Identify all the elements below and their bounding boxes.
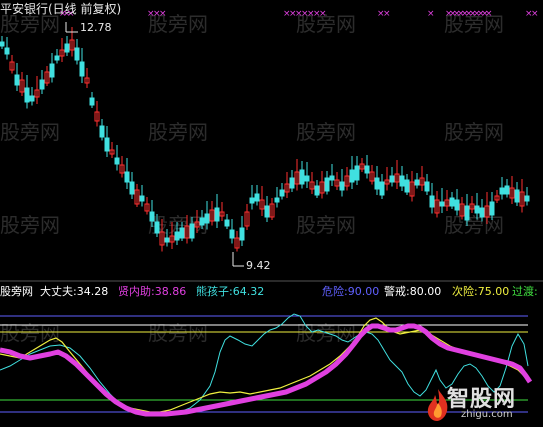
candle-body: [279, 189, 285, 197]
candle-body: [354, 165, 360, 181]
watermark-text: 股旁网: [444, 213, 504, 237]
candle-body: [39, 79, 45, 90]
legend-item-guodu: 过渡:: [512, 285, 538, 298]
indicator-legend: 股旁网 大丈夫:34.28 贤内助:38.86 熊孩子:64.32 危险:90.…: [0, 285, 543, 299]
candle-body: [454, 199, 460, 211]
candle-body: [64, 43, 70, 53]
candle-body: [254, 193, 260, 202]
candle-body: [54, 55, 60, 61]
candle-body: [199, 217, 205, 226]
candle-body: [404, 179, 410, 193]
candle-body: [249, 197, 255, 204]
candle-body: [24, 87, 30, 103]
candle-body: [139, 195, 145, 202]
watermark-text: 股旁网: [296, 213, 356, 237]
signal-markers: ××× ××× ××××××× ×× × ××××××××××× ××: [59, 9, 539, 19]
candle-body: [149, 211, 155, 222]
candle-body: [74, 47, 80, 61]
candle-body: [514, 189, 520, 203]
candle-body: [364, 165, 370, 174]
candle-body: [99, 125, 105, 138]
signal-marker: ×: [319, 9, 327, 19]
candle-body: [114, 157, 120, 165]
watermark-text: 股旁网: [0, 120, 60, 144]
legend-item-jingjie: 警戒:80.00: [384, 285, 442, 298]
candle-body: [329, 175, 335, 181]
candle-body: [124, 171, 130, 183]
candle-body: [274, 197, 280, 203]
low-pointer: [232, 252, 244, 267]
candle-body: [339, 181, 345, 191]
chart-title: 平安银行(日线 前复权): [0, 2, 122, 16]
candle-body: [464, 205, 470, 221]
candle-body: [179, 227, 185, 239]
candle-body: [474, 205, 480, 214]
candle-body: [214, 207, 220, 222]
high-price-label: 12.78: [80, 21, 112, 34]
candle-body: [399, 175, 405, 187]
candle-body: [324, 177, 330, 192]
candle-body: [414, 179, 420, 186]
candle-body: [224, 219, 230, 227]
watermark-text: 股旁网: [296, 120, 356, 144]
candle-body: [239, 227, 245, 241]
candle-body: [104, 137, 110, 152]
legend-item-cixian: 次险:75.00: [452, 285, 510, 298]
candle-body: [264, 205, 270, 218]
candle-body: [439, 201, 445, 207]
watermark-text: 股旁网: [148, 120, 208, 144]
signal-marker: ×: [531, 9, 539, 19]
candle-body: [524, 195, 530, 202]
legend-item-weixian: 危险:90.00: [322, 285, 380, 298]
candle-body: [129, 181, 135, 195]
low-price-label: 9.42: [246, 259, 271, 272]
legend-item-xiongharzi: 熊孩子:64.32: [196, 285, 265, 298]
logo-url: zhigu.com: [461, 409, 513, 420]
candle-body: [14, 74, 20, 86]
candle-body: [499, 187, 505, 195]
legend-item-dazhangfu: 大丈夫:34.28: [40, 285, 109, 298]
candle-body: [164, 237, 170, 243]
candle-body: [49, 63, 55, 78]
candle-body: [29, 95, 35, 102]
candle-body: [504, 185, 510, 195]
candle-body: [204, 213, 210, 224]
candle-body: [449, 197, 455, 207]
candle-body: [174, 231, 180, 241]
candle-body: [154, 221, 160, 234]
signal-marker: ×: [383, 9, 391, 19]
site-logo: 智股网 zhigu.com: [425, 383, 543, 427]
candle-body: [289, 177, 295, 189]
candle-body: [379, 181, 385, 196]
candle-body: [479, 207, 485, 218]
candle-body: [229, 229, 235, 239]
candle-body: [424, 181, 430, 192]
candle-body: [89, 97, 95, 106]
signal-marker: ×: [159, 9, 167, 19]
candle-body: [0, 41, 5, 47]
candle-body: [314, 185, 320, 196]
candle-body: [389, 175, 395, 183]
candle-body: [79, 61, 85, 77]
candle-body: [189, 223, 195, 239]
candle-body: [299, 169, 305, 185]
candle-body: [429, 195, 435, 208]
candle-body: [349, 169, 355, 183]
candle-body: [4, 47, 10, 55]
watermark-text: 股旁网: [0, 213, 60, 237]
watermark-text: 股旁网: [444, 120, 504, 144]
legend-item-gupangwang: 股旁网: [0, 285, 33, 298]
legend-item-xianneizhu: 贤内助:38.86: [118, 285, 187, 298]
signal-marker: ×: [427, 9, 435, 19]
candle-body: [374, 177, 380, 190]
candle-body: [489, 201, 495, 216]
candle-body: [304, 175, 310, 182]
signal-marker: ×: [485, 9, 493, 19]
chart-canvas[interactable]: 股旁网 股旁网 股旁网 股旁网股旁网 股旁网 股旁网 股旁网股旁网 股旁网 股旁网 股旁网股旁网股…: [0, 0, 543, 427]
